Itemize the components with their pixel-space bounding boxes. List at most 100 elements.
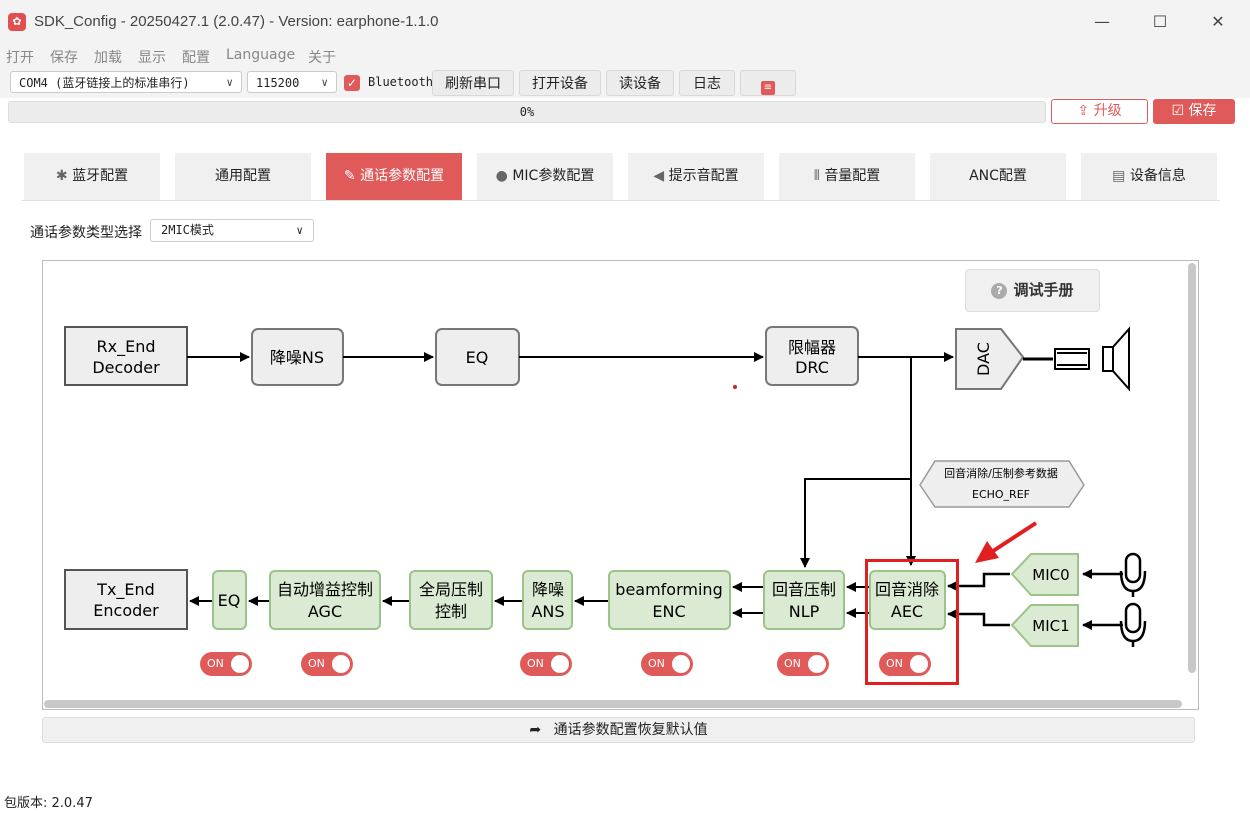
maximize-button[interactable]: ☐ — [1140, 8, 1180, 36]
speaker-icon: ◀ — [653, 168, 665, 184]
tx-end-line1: Tx_End — [96, 580, 155, 600]
mic1-label: MIC1 — [1032, 617, 1069, 635]
echo-ref-tag: 回音消除/压制参考数据 ECHO_REF — [919, 460, 1085, 508]
enc-line2: ENC — [652, 602, 685, 621]
menu-about[interactable]: 关于 — [308, 47, 336, 67]
dac-label: DAC — [974, 342, 993, 376]
menu-open[interactable]: 打开 — [6, 47, 34, 67]
log-button[interactable]: 日志 — [679, 70, 735, 96]
echo-ref-line1: 回音消除/压制参考数据 — [944, 466, 1058, 480]
tab-volume[interactable]: ⦀ 音量配置 — [779, 153, 915, 200]
tab-label: 设备信息 — [1129, 168, 1186, 184]
tab-label: MIC参数配置 — [512, 168, 595, 184]
ans-line1: 降噪 — [532, 580, 564, 599]
menu-save[interactable]: 保存 — [50, 47, 78, 67]
settings-sliders-button[interactable]: ≡ — [740, 70, 796, 96]
toggle-enc[interactable]: ON — [641, 652, 693, 676]
agc-line2: AGC — [308, 602, 342, 621]
waveform-icon: ⦀ — [813, 168, 820, 184]
mode-select[interactable]: 2MIC模式 ∨ — [150, 219, 314, 242]
rx-end-line2: Decoder — [92, 358, 160, 377]
rx-ns-block: 降噪NS — [251, 328, 344, 386]
checkbox-icon: ☑ — [1171, 103, 1185, 119]
tab-call-params[interactable]: ✎ 通话参数配置 — [326, 153, 462, 200]
port-value: COM4 (蓝牙链接上的标准串行) — [19, 76, 190, 90]
progress-bar: 0% — [8, 101, 1046, 123]
chevron-down-icon: ∨ — [226, 76, 233, 89]
bluetooth-checkbox[interactable]: ✓ — [344, 75, 360, 91]
tab-general[interactable]: 通用配置 — [175, 153, 311, 200]
rx-ns-label: 降噪NS — [270, 348, 324, 367]
toggle-nlp[interactable]: ON — [777, 652, 829, 676]
refresh-port-button[interactable]: 刷新串口 — [432, 70, 514, 96]
tab-label: 通话参数配置 — [360, 168, 445, 184]
echo-ref-branch — [800, 478, 911, 568]
toggle-tx-eq[interactable]: ON — [200, 652, 252, 676]
tab-anc[interactable]: ANC配置 — [930, 153, 1066, 200]
settings-sliders-icon: ≡ — [761, 81, 775, 95]
port-select[interactable]: COM4 (蓝牙链接上的标准串行) ∨ — [10, 71, 242, 93]
chevron-down-icon: ∨ — [296, 224, 303, 237]
read-device-button[interactable]: 读设备 — [606, 70, 674, 96]
vertical-scrollbar[interactable] — [1188, 263, 1196, 673]
tab-divider — [22, 200, 1220, 201]
tab-label: 音量配置 — [824, 168, 881, 184]
toggle-label: ON — [308, 657, 325, 670]
drc-block: 限幅器 DRC — [765, 326, 859, 386]
upgrade-label: 升级 — [1093, 103, 1122, 119]
toggle-label: ON — [207, 657, 224, 670]
mic1-tag: MIC1 — [1010, 604, 1079, 647]
package-version: 包版本: 2.0.47 — [4, 796, 93, 811]
rx-eq-block: EQ — [435, 328, 520, 386]
signal-flow-diagram: Rx_End Decoder 降噪NS EQ 限幅器 DRC DAC 回音消除/… — [42, 260, 1199, 710]
mode-value: 2MIC模式 — [161, 223, 214, 237]
menu-config[interactable]: 配置 — [182, 47, 210, 67]
close-button[interactable]: ✕ — [1198, 8, 1238, 36]
global-line1: 全局压制 — [419, 580, 483, 599]
red-dot — [733, 385, 737, 389]
toggle-ans[interactable]: ON — [520, 652, 572, 676]
debug-manual-label: 调试手册 — [1013, 281, 1074, 299]
tab-label: 蓝牙配置 — [72, 168, 129, 184]
bluetooth-icon: ✱ — [55, 168, 68, 184]
global-line2: 控制 — [435, 602, 467, 621]
rx-eq-label: EQ — [466, 348, 489, 367]
toggle-knob — [672, 655, 690, 673]
toggle-knob — [231, 655, 249, 673]
tab-mic-params[interactable]: ● MIC参数配置 — [477, 153, 613, 200]
share-arrow-icon: ➦ — [529, 722, 542, 738]
toggle-knob — [332, 655, 350, 673]
baud-value: 115200 — [256, 76, 300, 90]
tab-label: 通用配置 — [215, 168, 271, 184]
open-device-button[interactable]: 打开设备 — [519, 70, 601, 96]
mode-label: 通话参数类型选择 — [30, 225, 142, 241]
question-icon: ? — [991, 283, 1008, 299]
minimize-button[interactable]: — — [1082, 8, 1122, 36]
save-button[interactable]: ☑ 保存 — [1153, 99, 1235, 124]
debug-manual-button[interactable]: ? 调试手册 — [965, 269, 1100, 312]
nlp-block: 回音压制 NLP — [763, 570, 845, 630]
toggle-agc[interactable]: ON — [301, 652, 353, 676]
tx-end-block: Tx_End Encoder — [64, 569, 188, 630]
upgrade-button[interactable]: ⇪ 升级 — [1051, 99, 1148, 124]
horizontal-scrollbar[interactable] — [44, 700, 1182, 708]
menu-language[interactable]: Language — [226, 47, 295, 63]
speaker-icon — [1023, 326, 1130, 392]
nlp-line1: 回音压制 — [772, 580, 836, 599]
restore-defaults-button[interactable]: ➦ 通话参数配置恢复默认值 — [42, 717, 1195, 743]
menu-display[interactable]: 显示 — [138, 47, 166, 67]
tab-label: ANC配置 — [969, 168, 1027, 184]
tab-device-info[interactable]: ▤ 设备信息 — [1081, 153, 1217, 200]
dac-block: DAC — [955, 328, 1025, 390]
agc-block: 自动增益控制 AGC — [269, 570, 381, 630]
tx-eq-label: EQ — [218, 591, 241, 610]
menu-load[interactable]: 加载 — [94, 47, 122, 67]
tab-bluetooth[interactable]: ✱ 蓝牙配置 — [24, 153, 160, 200]
baud-select[interactable]: 115200 ∨ — [247, 71, 337, 93]
clipboard-icon: ▤ — [1112, 168, 1126, 184]
toggle-knob — [808, 655, 826, 673]
ans-block: 降噪 ANS — [522, 570, 573, 630]
nlp-line2: NLP — [789, 602, 820, 621]
tab-prompt-tone[interactable]: ◀ 提示音配置 — [628, 153, 764, 200]
echo-ref-line2: ECHO_REF — [972, 488, 1030, 501]
